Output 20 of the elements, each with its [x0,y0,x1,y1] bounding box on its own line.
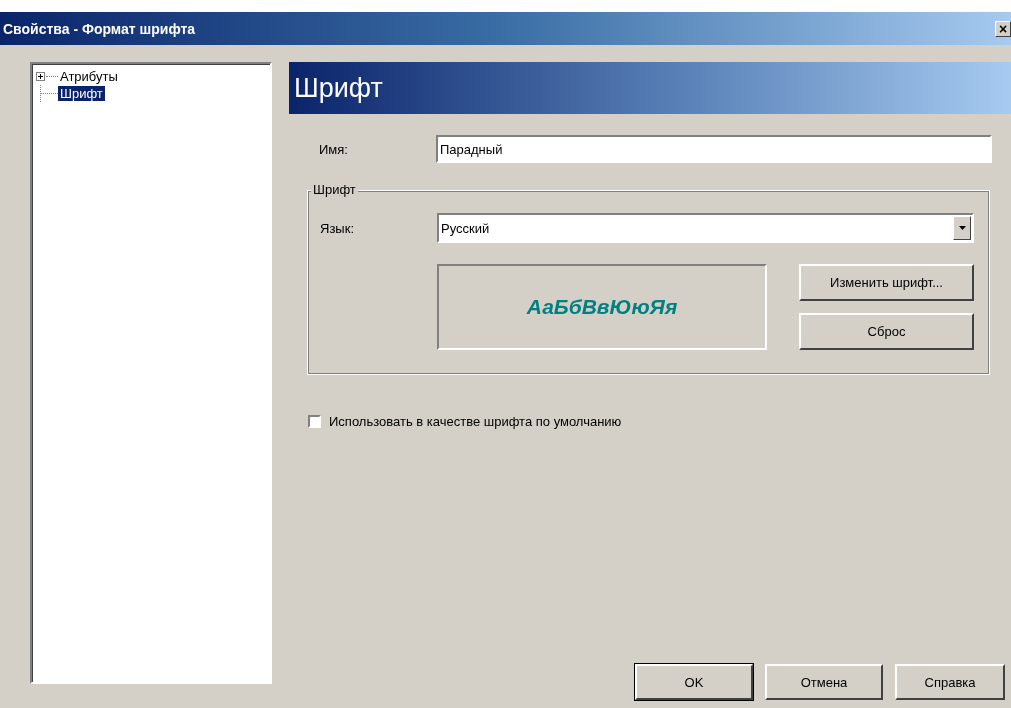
dialog-button[interactable]: Изменить шрифт... [799,264,974,301]
dialog-button[interactable]: Справка [895,664,1005,700]
dialog-button[interactable]: Сброс [799,313,974,350]
field-label: Имя: [319,141,349,157]
page-header: Шрифт [289,62,1011,114]
expander-icon[interactable] [36,72,45,81]
checkbox-label: Использовать в качестве шрифта по умолчанию [329,414,622,429]
name-field[interactable]: Парадный [436,135,992,163]
group-legend: Шрифт [311,182,358,197]
window-title: Свойства - Формат шрифта [3,20,196,37]
dialog-button[interactable]: Отмена [765,664,883,700]
preview-text: АаБбВвЮюЯя [526,295,678,319]
field-label: Язык: [320,220,355,236]
close-button[interactable]: × [995,20,1011,37]
language-dropdown[interactable]: Русский [437,213,974,243]
dialog-button[interactable]: OK [635,664,753,700]
checkbox[interactable] [308,415,321,428]
tree-item[interactable]: Атрибуты [58,69,120,84]
dropdown-arrow-icon [958,226,966,230]
tree-item[interactable]: Шрифт [58,86,105,101]
